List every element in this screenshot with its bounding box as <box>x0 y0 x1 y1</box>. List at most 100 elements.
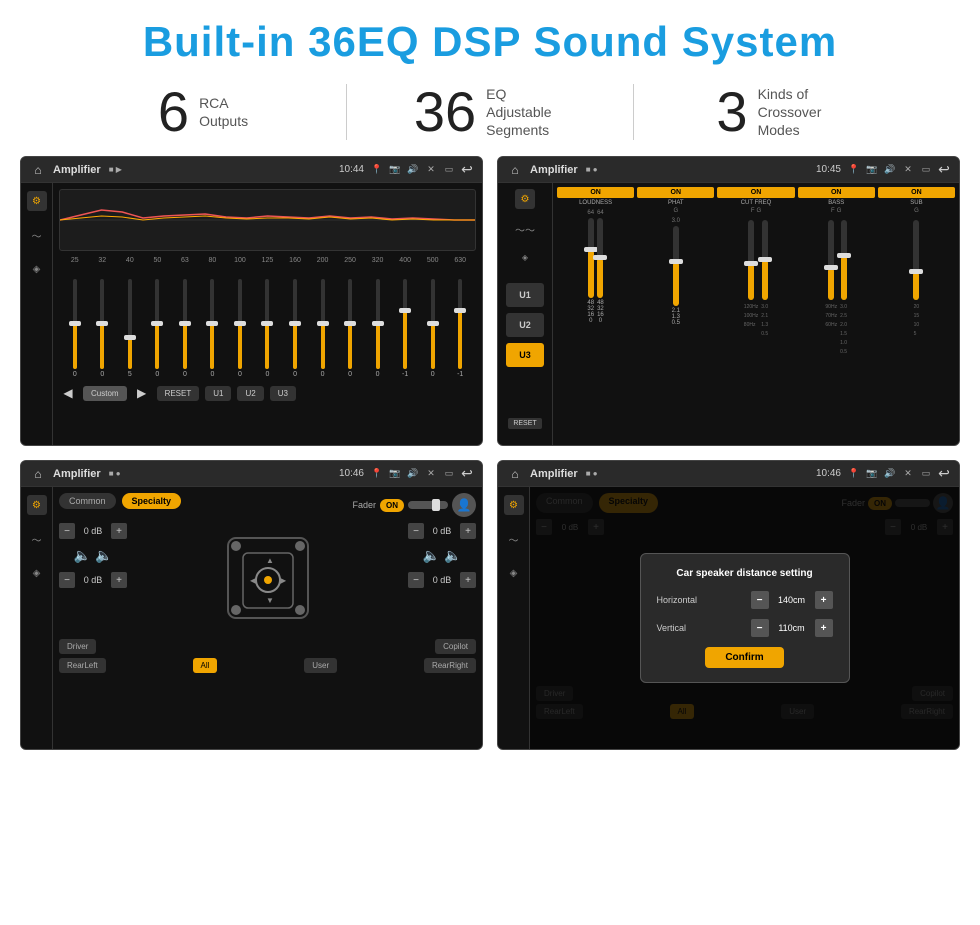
u2-crossover-btn[interactable]: U2 <box>506 313 544 337</box>
eq-slider-14[interactable]: -1 <box>446 279 474 378</box>
eq-slider-8[interactable]: 0 <box>281 279 309 378</box>
phat-toggle[interactable]: ON <box>637 187 714 198</box>
copilot-btn[interactable]: Copilot <box>435 639 476 654</box>
prev-btn[interactable]: ◀ <box>59 384 77 402</box>
tr-minus-btn[interactable]: − <box>408 523 424 539</box>
freq-500: 500 <box>419 257 447 264</box>
user-btn[interactable]: User <box>304 658 337 673</box>
rearright-btn[interactable]: RearRight <box>424 658 476 673</box>
bl-plus-btn[interactable]: + <box>111 572 127 588</box>
common-tab[interactable]: Common <box>59 493 116 509</box>
br-plus-btn[interactable]: + <box>460 572 476 588</box>
fader-bottom-buttons: Driver Copilot <box>59 639 476 654</box>
eq-slider-0[interactable]: 0 <box>61 279 89 378</box>
fader-toggle[interactable]: ON <box>380 499 404 512</box>
topbar-time: 10:44 📍 📷 🔊 ✕ ▭ ↩ <box>339 163 474 177</box>
bass-slider2[interactable] <box>841 220 847 300</box>
eq-slider-10[interactable]: 0 <box>336 279 364 378</box>
freq-320: 320 <box>364 257 392 264</box>
fader-slider[interactable] <box>408 501 448 509</box>
specialty-tab[interactable]: Specialty <box>122 493 182 509</box>
cross-icon[interactable]: ◈ <box>515 247 535 267</box>
bass-label: BASS <box>828 200 844 206</box>
channel-list: ON LOUDNESS 64 48 32 16 0 <box>557 187 955 355</box>
rearleft-btn[interactable]: RearLeft <box>59 658 106 673</box>
loudness-slider2[interactable] <box>597 218 603 298</box>
eq-bottom-bar: ◀ Custom ▶ RESET U1 U2 U3 <box>59 382 476 404</box>
freq-125: 125 <box>254 257 282 264</box>
all-btn[interactable]: All <box>193 658 218 673</box>
wave-icon-4[interactable]: 〜 <box>504 529 524 549</box>
tr-plus-btn[interactable]: + <box>460 523 476 539</box>
channel-loudness: ON LOUDNESS 64 48 32 16 0 <box>557 187 634 355</box>
tl-minus-btn[interactable]: − <box>59 523 75 539</box>
eq-slider-6[interactable]: 0 <box>226 279 254 378</box>
cutfreq-toggle[interactable]: ON <box>717 187 794 198</box>
vertical-plus-btn[interactable]: + <box>815 619 833 637</box>
crossover-left-panel: ⚙ 〜〜 ◈ U1 U2 U3 RESET <box>498 183 553 445</box>
eq-slider-3[interactable]: 0 <box>144 279 172 378</box>
stat-rca-text: RCAOutputs <box>199 94 248 130</box>
svg-text:▶: ▶ <box>280 576 287 585</box>
cutfreq-slider2[interactable] <box>762 220 768 300</box>
back-icon-3[interactable]: ↩ <box>460 467 474 481</box>
volume-icon-3: 🔊 <box>406 467 420 481</box>
eq-slider-7[interactable]: 0 <box>254 279 282 378</box>
sub-toggle[interactable]: ON <box>878 187 955 198</box>
u2-btn[interactable]: U2 <box>237 386 263 401</box>
speaker-icon-4[interactable]: ◈ <box>504 563 524 583</box>
crossover-reset-btn[interactable]: RESET <box>508 418 541 429</box>
cutfreq-slider1[interactable] <box>748 220 754 300</box>
eq-curve-svg <box>60 190 475 250</box>
eq-icon-2[interactable]: ⚙ <box>515 189 535 209</box>
wave-icon-3[interactable]: 〜 <box>27 529 47 549</box>
phat-slider[interactable] <box>673 226 679 306</box>
eq-slider-11[interactable]: 0 <box>364 279 392 378</box>
confirm-button[interactable]: Confirm <box>705 647 783 668</box>
wave-icon[interactable]: 〜 <box>27 225 47 245</box>
tl-plus-btn[interactable]: + <box>111 523 127 539</box>
speaker-icon[interactable]: ◈ <box>27 259 47 279</box>
eq-slider-1[interactable]: 0 <box>89 279 117 378</box>
eq-slider-4[interactable]: 0 <box>171 279 199 378</box>
wave-icon-2[interactable]: 〜〜 <box>515 219 535 239</box>
camera-icon-4: 📷 <box>865 467 879 481</box>
eq-icon[interactable]: ⚙ <box>27 191 47 211</box>
status-dots-3: ■ ● <box>109 469 121 478</box>
bl-minus-btn[interactable]: − <box>59 572 75 588</box>
home-icon-2[interactable]: ⌂ <box>506 161 524 179</box>
speaker-icon-3[interactable]: ◈ <box>27 563 47 583</box>
vertical-minus-btn[interactable]: − <box>751 619 769 637</box>
reset-btn[interactable]: RESET <box>157 386 200 401</box>
back-icon[interactable]: ↩ <box>460 163 474 177</box>
eq-icon-3[interactable]: ⚙ <box>27 495 47 515</box>
loudness-toggle[interactable]: ON <box>557 187 634 198</box>
eq-slider-5[interactable]: 0 <box>199 279 227 378</box>
eq-icon-4[interactable]: ⚙ <box>504 495 524 515</box>
back-icon-2[interactable]: ↩ <box>937 163 951 177</box>
eq-slider-9[interactable]: 0 <box>309 279 337 378</box>
br-minus-btn[interactable]: − <box>408 572 424 588</box>
horizontal-minus-btn[interactable]: − <box>751 591 769 609</box>
screens-grid: ⌂ Amplifier ■ ▶ 10:44 📍 📷 🔊 ✕ ▭ ↩ ⚙ 〜 <box>0 148 980 760</box>
page-title: Built-in 36EQ DSP Sound System <box>20 18 960 66</box>
back-icon-4[interactable]: ↩ <box>937 467 951 481</box>
horizontal-plus-btn[interactable]: + <box>815 591 833 609</box>
u1-btn[interactable]: U1 <box>205 386 231 401</box>
driver-btn[interactable]: Driver <box>59 639 96 654</box>
home-icon[interactable]: ⌂ <box>29 161 47 179</box>
eq-slider-12[interactable]: -1 <box>391 279 419 378</box>
sub-slider[interactable] <box>913 220 919 300</box>
dialog-horizontal-row: Horizontal − 140cm + <box>657 591 833 609</box>
bass-slider1[interactable] <box>828 220 834 300</box>
home-icon-4[interactable]: ⌂ <box>506 465 524 483</box>
u3-crossover-btn[interactable]: U3 <box>506 343 544 367</box>
eq-slider-13[interactable]: 0 <box>419 279 447 378</box>
custom-btn[interactable]: Custom <box>83 386 127 401</box>
eq-slider-2[interactable]: 5 <box>116 279 144 378</box>
next-btn[interactable]: ▶ <box>133 384 151 402</box>
home-icon-3[interactable]: ⌂ <box>29 465 47 483</box>
u3-btn[interactable]: U3 <box>270 386 296 401</box>
bass-toggle[interactable]: ON <box>798 187 875 198</box>
u1-crossover-btn[interactable]: U1 <box>506 283 544 307</box>
